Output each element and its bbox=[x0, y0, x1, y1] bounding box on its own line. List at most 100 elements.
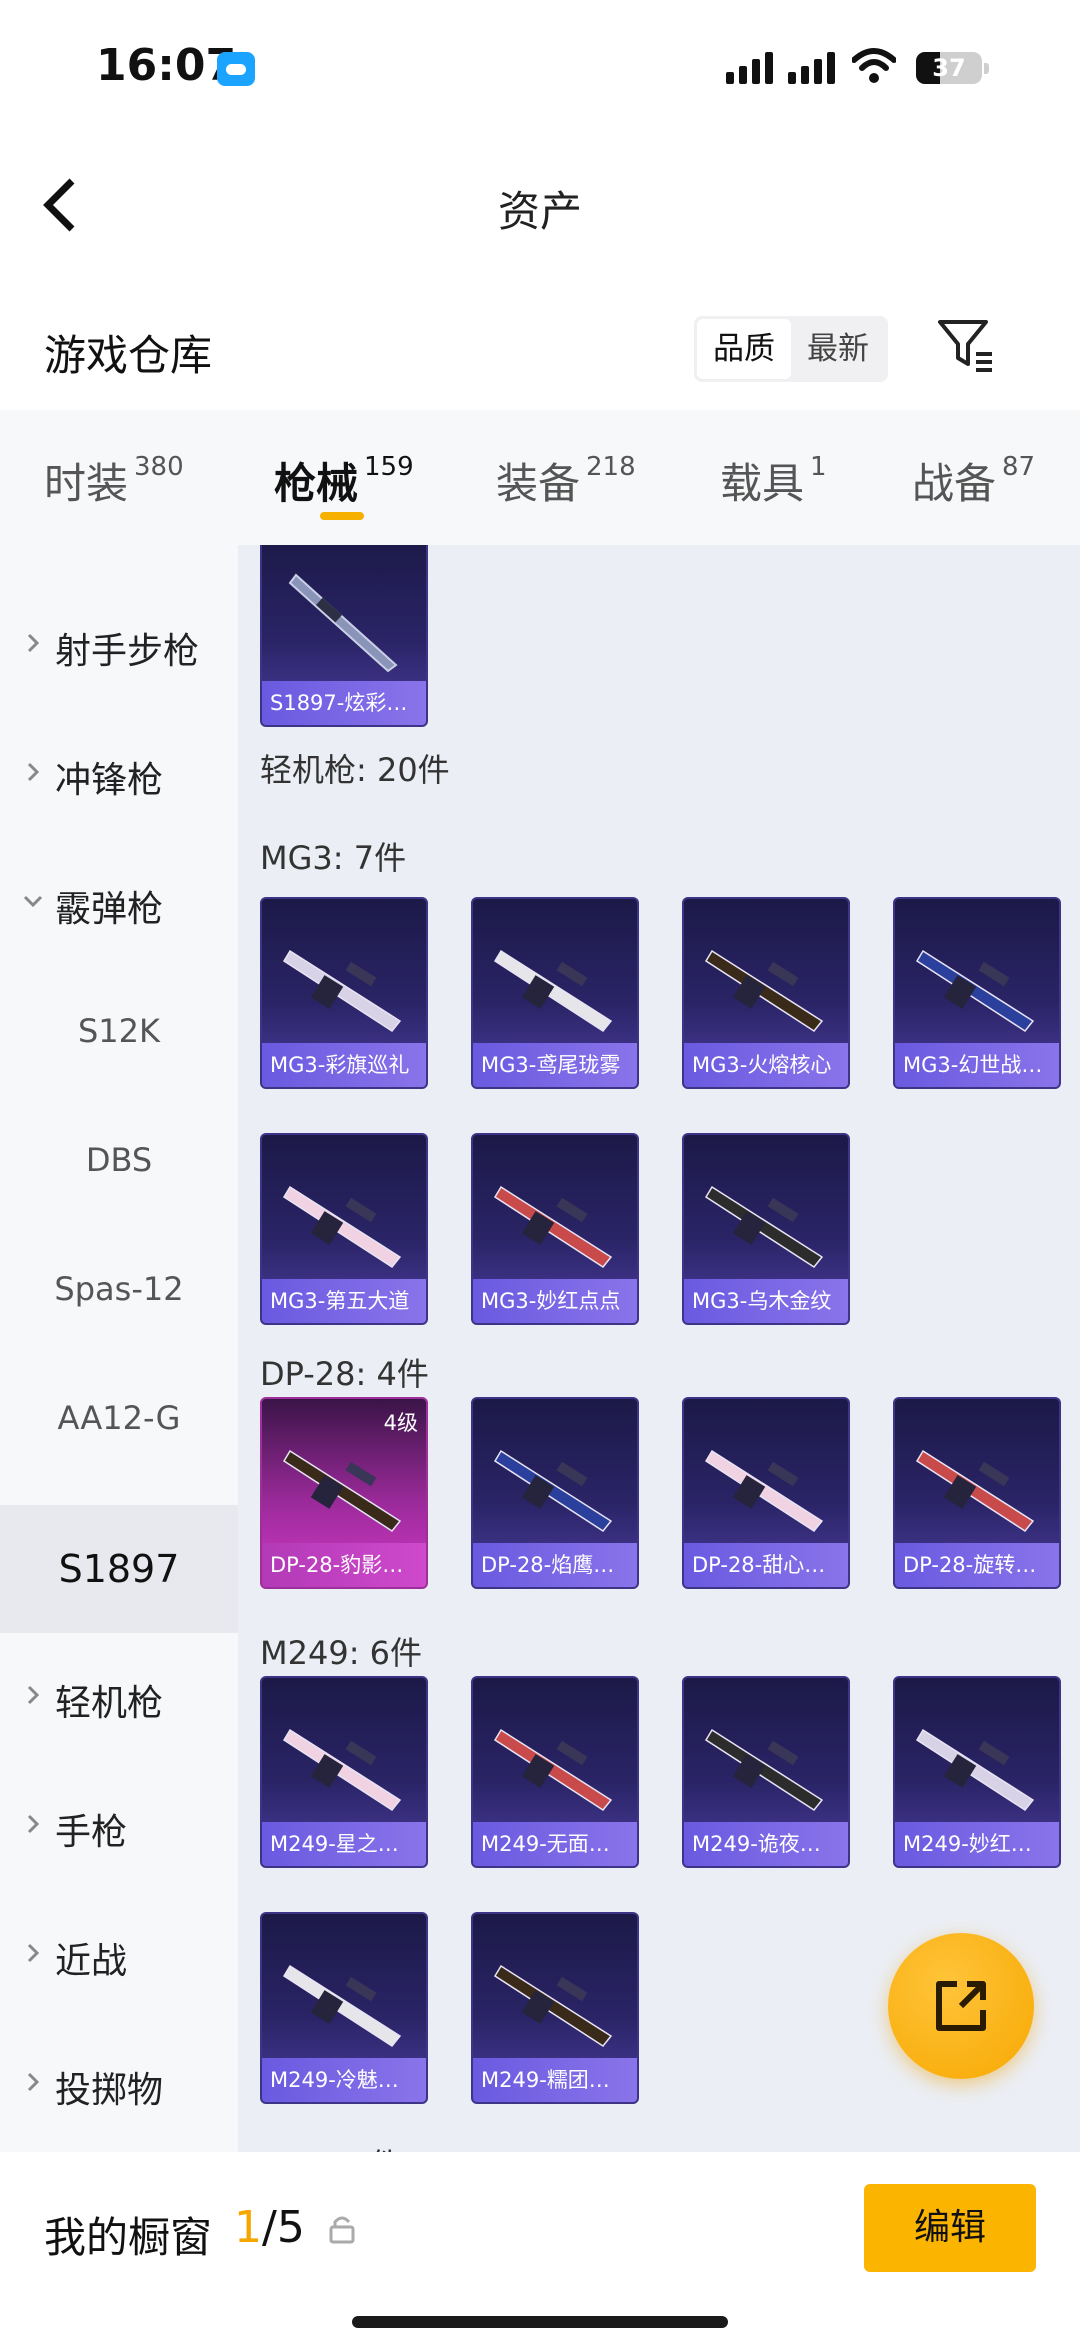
weapon-name: M249-冷魅… bbox=[262, 2058, 426, 2102]
weapon-image bbox=[282, 949, 402, 1032]
sidebar-item-pistol[interactable]: 手枪 bbox=[0, 1761, 238, 1889]
chevron-right-icon bbox=[27, 1943, 40, 1963]
sidebar-subitem-spas12[interactable]: Spas-12 bbox=[0, 1225, 238, 1353]
weapon-card[interactable]: MG3-乌木金纹 bbox=[682, 1133, 850, 1325]
sidebar-item-marksman-rifle[interactable]: 射手步枪 bbox=[0, 580, 238, 708]
battery-icon: 37 bbox=[916, 52, 982, 84]
weapon-name: MG3-鸢尾珑雾 bbox=[473, 1043, 637, 1087]
sidebar-subitem-dbs[interactable]: DBS bbox=[0, 1096, 238, 1224]
group-label: DP-28: 4件 bbox=[260, 1355, 429, 1393]
chevron-right-icon bbox=[27, 1685, 40, 1705]
sidebar-item-shotgun[interactable]: 霰弹枪 bbox=[0, 838, 238, 966]
weapon-card[interactable]: M249-糯团… bbox=[471, 1912, 639, 2104]
tab-firearms[interactable]: 枪械 159 bbox=[274, 450, 414, 511]
weapon-image bbox=[704, 949, 824, 1032]
sidebar-item-label: 冲锋枪 bbox=[55, 760, 164, 801]
tab-count: 1 bbox=[810, 452, 827, 482]
weapon-image bbox=[282, 1964, 402, 2047]
chevron-right-icon bbox=[27, 1814, 40, 1834]
weapon-name: DP-28-焰鹰… bbox=[473, 1543, 637, 1587]
weapon-image bbox=[282, 1185, 402, 1268]
sidebar-item-smg[interactable]: 冲锋枪 bbox=[0, 709, 238, 837]
weapon-name: S1897-炫彩… bbox=[262, 681, 426, 725]
sort-option-quality[interactable]: 品质 bbox=[697, 319, 791, 379]
tab-count: 218 bbox=[586, 452, 636, 482]
category-count-label: 轻机枪: 20件 bbox=[260, 751, 450, 789]
battery-percent: 37 bbox=[932, 54, 966, 82]
showcase-total: /5 bbox=[262, 2202, 305, 2253]
sidebar-item-label: 投掷物 bbox=[55, 2070, 164, 2111]
section-title: 游戏仓库 bbox=[44, 331, 213, 380]
weapon-image bbox=[493, 1964, 613, 2047]
weapon-card[interactable]: M249-无面… bbox=[471, 1676, 639, 1868]
weapon-name: DP-28-甜心… bbox=[684, 1543, 848, 1587]
header-row: 游戏仓库 品质 最新 bbox=[0, 300, 1080, 410]
signal-icon bbox=[726, 52, 773, 84]
weapon-card[interactable]: M249-诡夜… bbox=[682, 1676, 850, 1868]
sidebar-item-melee[interactable]: 近战 bbox=[0, 1890, 238, 2018]
battery-tip bbox=[984, 63, 989, 74]
nav-bar: 资产 bbox=[0, 140, 1080, 270]
weapon-card[interactable]: M249-冷魅… bbox=[260, 1912, 428, 2104]
weapon-card[interactable]: S1897-炫彩… bbox=[260, 545, 428, 727]
sidebar-item-label: 霰弹枪 bbox=[55, 889, 164, 930]
weapon-image bbox=[493, 1449, 613, 1532]
chevron-right-icon bbox=[27, 762, 40, 782]
weapon-level: 4级 bbox=[383, 1411, 418, 1435]
weapon-card[interactable]: DP-28-甜心… bbox=[682, 1397, 850, 1589]
tab-fashion[interactable]: 时装 380 bbox=[44, 450, 184, 511]
group-label-cut: PKM: 3件 bbox=[260, 2140, 401, 2152]
weapon-image bbox=[704, 1185, 824, 1268]
showcase-count: 1/5 bbox=[234, 2202, 305, 2253]
sort-option-newest[interactable]: 最新 bbox=[791, 319, 885, 379]
weapon-card[interactable]: MG3-妙红点点 bbox=[471, 1133, 639, 1325]
sidebar-subitem-s1897[interactable]: S1897 bbox=[0, 1505, 238, 1633]
tab-vehicles[interactable]: 载具 1 bbox=[720, 450, 827, 511]
cloud-icon bbox=[217, 52, 255, 86]
chevron-right-icon bbox=[27, 633, 40, 653]
weapon-card[interactable]: DP-28-旋转… bbox=[893, 1397, 1061, 1589]
page-title: 资产 bbox=[497, 187, 582, 236]
weapon-name: M249-妙红… bbox=[895, 1822, 1059, 1866]
weapon-name: MG3-火熔核心 bbox=[684, 1043, 848, 1087]
weapon-image bbox=[915, 1449, 1035, 1532]
category-tabs: 时装 380 枪械 159 装备 218 载具 1 战备 87 bbox=[0, 410, 1080, 545]
weapon-card[interactable]: M249-星之… bbox=[260, 1676, 428, 1868]
weapon-image bbox=[704, 1728, 824, 1811]
sidebar-subitem-aa12g[interactable]: AA12-G bbox=[0, 1354, 238, 1482]
sidebar-item-label: 轻机枪 bbox=[55, 1683, 164, 1724]
weapon-name: MG3-第五大道 bbox=[262, 1279, 426, 1323]
weapon-card[interactable]: MG3-幻世战… bbox=[893, 897, 1061, 1089]
sidebar-subitem-s12k[interactable]: S12K bbox=[0, 967, 238, 1095]
weapon-card[interactable]: MG3-火熔核心 bbox=[682, 897, 850, 1089]
weapon-card[interactable]: MG3-彩旗巡礼 bbox=[260, 897, 428, 1089]
weapon-card[interactable]: 4级 DP-28-豹影… bbox=[260, 1397, 428, 1589]
tab-count: 159 bbox=[364, 452, 414, 482]
share-button[interactable] bbox=[888, 1933, 1034, 2079]
edit-button[interactable]: 编辑 bbox=[864, 2184, 1036, 2272]
showcase-current: 1 bbox=[234, 2202, 262, 2253]
weapon-name: MG3-妙红点点 bbox=[473, 1279, 637, 1323]
weapon-card[interactable]: M249-妙红… bbox=[893, 1676, 1061, 1868]
chevron-right-icon bbox=[27, 2072, 40, 2092]
status-bar: 16:07 37 bbox=[0, 0, 1080, 140]
weapon-card[interactable]: MG3-第五大道 bbox=[260, 1133, 428, 1325]
weapon-card[interactable]: MG3-鸢尾珑雾 bbox=[471, 897, 639, 1089]
tab-battle-prep[interactable]: 战备 87 bbox=[912, 450, 1035, 511]
tab-label: 载具 bbox=[720, 459, 805, 508]
shotgun-image bbox=[288, 573, 398, 673]
weapon-image bbox=[282, 1728, 402, 1811]
filter-icon[interactable] bbox=[936, 314, 996, 374]
home-indicator bbox=[352, 2316, 728, 2328]
sidebar-item-throwable[interactable]: 投掷物 bbox=[0, 2019, 238, 2147]
sort-toggle: 品质 最新 bbox=[694, 316, 888, 382]
weapon-card[interactable]: DP-28-焰鹰… bbox=[471, 1397, 639, 1589]
weapon-name: M249-糯团… bbox=[473, 2058, 637, 2102]
sidebar-item-lmg[interactable]: 轻机枪 bbox=[0, 1632, 238, 1760]
tab-equipment[interactable]: 装备 218 bbox=[496, 450, 636, 511]
weapon-name: M249-诡夜… bbox=[684, 1822, 848, 1866]
weapon-image bbox=[915, 949, 1035, 1032]
weapon-name: MG3-幻世战… bbox=[895, 1043, 1059, 1087]
weapon-name: MG3-乌木金纹 bbox=[684, 1279, 848, 1323]
share-icon bbox=[936, 1981, 986, 2031]
